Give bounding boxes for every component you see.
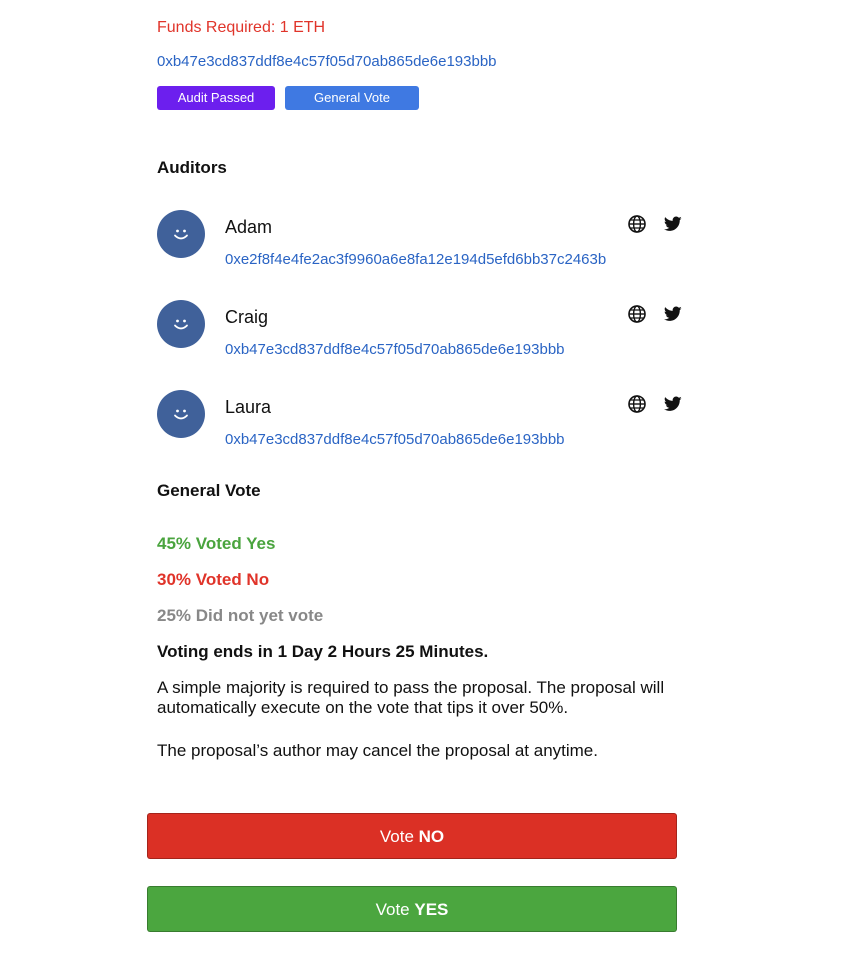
avatar bbox=[157, 390, 205, 438]
general-vote-heading: General Vote bbox=[157, 481, 261, 500]
proposal-page: Funds Required: 1 ETH 0xb47e3cd837ddf8e4… bbox=[0, 0, 868, 968]
vote-yes-button[interactable]: Vote YES bbox=[147, 886, 677, 932]
avatar bbox=[157, 210, 205, 258]
globe-icon[interactable] bbox=[627, 304, 647, 324]
auditor-address-link[interactable]: 0xe2f8f4e4fe2ac3f9960a6e8fa12e194d5efd6b… bbox=[225, 250, 606, 270]
not-voted-stat: 25% Did not yet vote bbox=[157, 606, 324, 625]
auditor-item: Adam 0xe2f8f4e4fe2ac3f9960a6e8fa12e194d5… bbox=[157, 210, 687, 280]
twitter-icon[interactable] bbox=[663, 394, 683, 414]
smiley-icon bbox=[174, 409, 188, 420]
vote-no-button[interactable]: Vote NO bbox=[147, 813, 677, 859]
voting-ends-text: Voting ends in 1 Day 2 Hours 25 Minutes. bbox=[157, 642, 489, 661]
twitter-icon[interactable] bbox=[663, 214, 683, 234]
smiley-icon bbox=[174, 229, 188, 240]
funds-required: Funds Required: 1 ETH bbox=[157, 19, 326, 36]
vote-no-label-strong: NO bbox=[418, 827, 445, 846]
voted-yes-stat: 45% Voted Yes bbox=[157, 534, 276, 553]
auditor-address-link[interactable]: 0xb47e3cd837ddf8e4c57f05d70ab865de6e193b… bbox=[225, 340, 565, 360]
auditor-item: Laura 0xb47e3cd837ddf8e4c57f05d70ab865de… bbox=[157, 390, 687, 460]
cancel-note: The proposal’s author may cancel the pro… bbox=[157, 741, 598, 760]
auditor-name: Craig bbox=[225, 307, 269, 327]
avatar bbox=[157, 300, 205, 348]
general-vote-badge[interactable]: General Vote bbox=[285, 86, 419, 110]
majority-description: A simple majority is required to pass th… bbox=[157, 678, 665, 717]
vote-no-label-prefix: Vote bbox=[379, 827, 419, 846]
globe-icon[interactable] bbox=[627, 214, 647, 234]
auditor-name: Laura bbox=[225, 397, 272, 417]
auditor-address-link[interactable]: 0xb47e3cd837ddf8e4c57f05d70ab865de6e193b… bbox=[225, 430, 565, 450]
auditors-heading: Auditors bbox=[157, 158, 227, 177]
auditor-item: Craig 0xb47e3cd837ddf8e4c57f05d70ab865de… bbox=[157, 300, 687, 370]
twitter-icon[interactable] bbox=[663, 304, 683, 324]
smiley-icon bbox=[174, 319, 188, 330]
vote-yes-label-prefix: Vote bbox=[375, 900, 415, 919]
vote-yes-label-strong: YES bbox=[414, 900, 449, 919]
voted-no-stat: 30% Voted No bbox=[157, 570, 270, 589]
auditor-name: Adam bbox=[225, 217, 273, 237]
globe-icon[interactable] bbox=[627, 394, 647, 414]
proposal-address-link[interactable]: 0xb47e3cd837ddf8e4c57f05d70ab865de6e193b… bbox=[157, 52, 497, 72]
audit-passed-badge[interactable]: Audit Passed bbox=[157, 86, 275, 110]
